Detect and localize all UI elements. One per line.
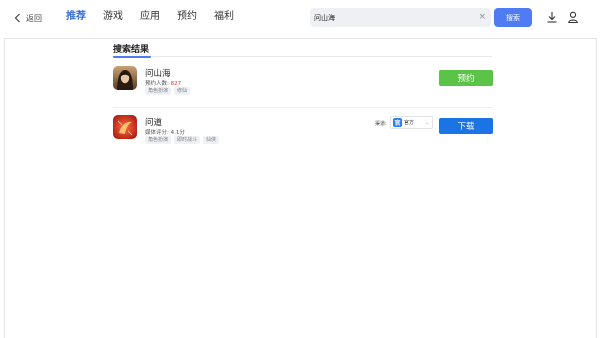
tag-list: 角色扮演 修仙: [145, 87, 191, 95]
reserve-button[interactable]: 预约: [439, 70, 493, 86]
section-title: 搜索结果: [113, 45, 150, 55]
tag: 仙侠: [203, 136, 220, 144]
portrait-art-icon: [113, 66, 137, 90]
game-icon-portrait[interactable]: [113, 66, 137, 90]
channel-label: 渠道:: [375, 121, 387, 127]
official-badge-icon: 官: [393, 118, 402, 127]
tab-reserve[interactable]: 预约: [177, 9, 197, 25]
tag: 角色扮演: [145, 136, 172, 144]
tag: 修仙: [174, 87, 191, 95]
section-divider: [112, 56, 492, 57]
back-label: 返回: [26, 13, 42, 23]
game-icon-red[interactable]: [113, 115, 137, 139]
app-name[interactable]: 问道: [145, 116, 162, 128]
main-nav: 推荐 游戏 应用 预约 福利: [66, 9, 234, 25]
channel-select[interactable]: 官 官方 ⌄: [390, 116, 433, 129]
result-item[interactable]: 问道 媒体评分: 4.1分 角色扮演 即时战斗 仙侠 渠道: 官 官方 ⌄ 下载: [113, 115, 493, 151]
tag: 角色扮演: [145, 87, 172, 95]
tab-apps[interactable]: 应用: [140, 9, 160, 25]
chevron-down-icon: ⌄: [424, 120, 429, 126]
content-panel: 搜索结果 问山海 预约人数: 827 角色扮演 修仙 预约 问道 媒体评分: 4…: [4, 38, 597, 338]
result-divider: [113, 107, 493, 108]
tab-welfare[interactable]: 福利: [214, 9, 234, 25]
tab-games[interactable]: 游戏: [103, 9, 123, 25]
tab-recommend[interactable]: 推荐: [66, 9, 86, 25]
tag: 即时战斗: [174, 136, 201, 144]
back-button[interactable]: 返回: [14, 11, 42, 25]
result-item[interactable]: 问山海 预约人数: 827 角色扮演 修仙 预约: [113, 66, 493, 102]
section-accent: [113, 56, 151, 58]
chevron-left-icon: [14, 13, 20, 23]
clear-icon[interactable]: ×: [478, 11, 486, 23]
user-icon[interactable]: [566, 10, 580, 24]
channel-value: 官方: [404, 120, 415, 126]
download-button[interactable]: 下载: [439, 118, 493, 134]
app-name[interactable]: 问山海: [145, 67, 171, 79]
search-button[interactable]: 搜索: [494, 8, 532, 27]
search-input[interactable]: [314, 9, 474, 26]
search-box: ×: [310, 8, 491, 27]
top-bar: 返回 推荐 游戏 应用 预约 福利 × 搜索: [0, 0, 600, 38]
tag-list: 角色扮演 即时战斗 仙侠: [145, 136, 220, 144]
app-meta: 预约人数: 827: [145, 79, 181, 87]
app-meta: 媒体评分: 4.1分: [145, 128, 185, 136]
red-art-icon: [113, 115, 137, 139]
download-icon[interactable]: [545, 10, 559, 24]
